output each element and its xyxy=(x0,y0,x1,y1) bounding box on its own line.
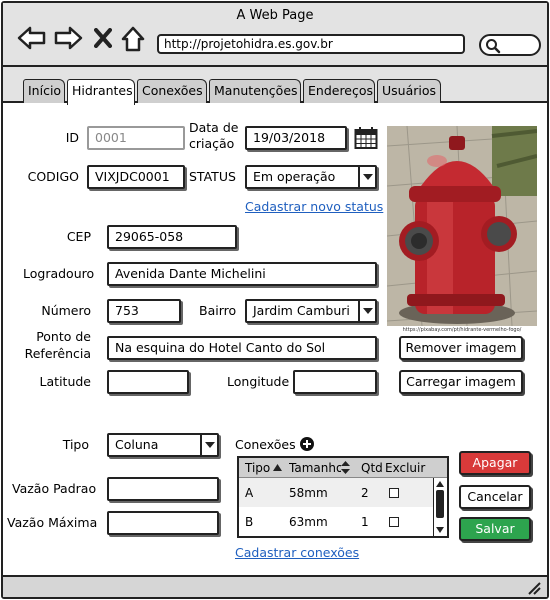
logradouro-label: Logradouro xyxy=(23,266,95,281)
title-bar: A Web Page http://projetohidra.es.gov.br xyxy=(3,3,547,67)
cell-tipo: A xyxy=(245,486,254,500)
codigo-label: CODIGO xyxy=(27,169,79,184)
tab-inicio[interactable]: Início xyxy=(23,79,65,103)
add-circle-icon[interactable] xyxy=(300,437,314,451)
chevron-down-icon[interactable] xyxy=(358,167,375,187)
window-title: A Web Page xyxy=(236,8,314,23)
bairro-select[interactable]: Jardim Camburi xyxy=(245,299,377,323)
tab-manutencoes[interactable]: Manutenções xyxy=(209,79,301,103)
sort-up-icon[interactable] xyxy=(273,464,282,471)
forward-arrow-icon[interactable] xyxy=(53,25,83,51)
delete-checkbox[interactable] xyxy=(389,517,399,527)
cep-label: CEP xyxy=(66,229,91,244)
vazao-padrao-label: Vazão Padrao xyxy=(12,481,97,496)
logradouro-field[interactable]: Avenida Dante Michelini xyxy=(107,262,377,286)
conexoes-table: Tipo Tamanho Qtd Excluir A 58mm 2 B 63mm… xyxy=(237,456,449,538)
search-field[interactable] xyxy=(479,34,541,56)
ponto-referencia-field[interactable]: Na esquina do Hotel Canto do Sol xyxy=(107,336,377,360)
vazao-maxima-field[interactable] xyxy=(107,511,219,535)
search-icon xyxy=(486,39,501,54)
tab-conexoes[interactable]: Conexões xyxy=(137,79,207,103)
data-criacao-label-line1: Data de xyxy=(189,120,239,135)
upload-image-button[interactable]: Carregar imagem xyxy=(399,370,523,394)
column-header-tipo[interactable]: Tipo xyxy=(245,461,270,475)
hydrant-photo xyxy=(387,126,537,326)
address-bar[interactable]: http://projetohidra.es.gov.br xyxy=(157,34,465,54)
sort-updown-icon[interactable] xyxy=(341,461,350,474)
cancelar-button[interactable]: Cancelar xyxy=(459,485,531,509)
cell-tipo: B xyxy=(245,515,254,529)
status-bar xyxy=(3,575,547,597)
conexoes-label: Conexões xyxy=(235,437,296,452)
id-field: 0001 xyxy=(87,126,185,150)
cell-qtd: 1 xyxy=(361,515,369,529)
table-row[interactable]: B 63mm 1 xyxy=(239,507,433,536)
tab-hidrantes[interactable]: Hidrantes xyxy=(67,79,135,105)
column-header-excluir[interactable]: Excluir xyxy=(385,461,425,475)
vazao-padrao-field[interactable] xyxy=(107,477,219,501)
status-select-value: Em operação xyxy=(253,169,336,184)
resize-grip-icon[interactable] xyxy=(527,581,541,595)
numero-field[interactable]: 753 xyxy=(107,299,181,323)
status-label: STATUS xyxy=(189,169,236,184)
cell-tamanho: 58mm xyxy=(289,486,328,500)
column-header-qtd[interactable]: Qtd xyxy=(361,461,383,475)
latitude-label: Latitude xyxy=(39,374,91,389)
status-select[interactable]: Em operação xyxy=(245,165,377,189)
remove-image-button[interactable]: Remover imagem xyxy=(399,336,523,360)
tab-bar: Início Hidrantes Conexões Manutenções En… xyxy=(3,67,547,105)
apagar-button[interactable]: Apagar xyxy=(459,451,531,475)
id-label: ID xyxy=(65,130,79,145)
photo-caption: https://pixabay.com/pt/hidrante-vermelho… xyxy=(402,327,522,333)
ponto-referencia-label-line1: Ponto de xyxy=(36,329,91,344)
back-arrow-icon[interactable] xyxy=(17,25,47,51)
browser-window: A Web Page http://projetohidra.es.gov.br… xyxy=(1,1,549,599)
cell-tamanho: 63mm xyxy=(289,515,328,529)
tab-enderecos[interactable]: Endereços xyxy=(303,79,375,103)
column-header-tamanho[interactable]: Tamanho xyxy=(289,461,341,475)
scroll-thumb[interactable] xyxy=(436,490,444,518)
cadastrar-conexoes-link[interactable]: Cadastrar conexões xyxy=(235,545,359,560)
cadastrar-status-link[interactable]: Cadastrar novo status xyxy=(245,199,383,214)
tipo-label: Tipo xyxy=(62,437,89,452)
scroll-up-icon[interactable] xyxy=(436,481,444,487)
chevron-down-icon[interactable] xyxy=(358,301,375,321)
ponto-referencia-label-line2: Referência xyxy=(24,346,91,361)
vazao-maxima-label: Vazão Máxima xyxy=(7,515,98,530)
home-icon[interactable] xyxy=(120,25,146,53)
longitude-field[interactable] xyxy=(293,370,377,394)
codigo-field[interactable]: VIXJDC0001 xyxy=(87,165,185,189)
salvar-button[interactable]: Salvar xyxy=(459,517,531,541)
table-row[interactable]: A 58mm 2 xyxy=(239,478,433,507)
cell-qtd: 2 xyxy=(361,486,369,500)
tipo-select[interactable]: Coluna xyxy=(107,433,219,457)
data-criacao-field[interactable]: 19/03/2018 xyxy=(245,126,347,150)
table-header: Tipo Tamanho Qtd Excluir xyxy=(239,458,447,478)
bairro-select-value: Jardim Camburi xyxy=(253,303,350,318)
latitude-field[interactable] xyxy=(107,370,189,394)
calendar-icon[interactable] xyxy=(354,126,378,150)
chevron-down-icon[interactable] xyxy=(200,435,217,455)
numero-label: Número xyxy=(41,303,91,318)
cep-field[interactable]: 29065-058 xyxy=(107,225,237,249)
close-icon[interactable] xyxy=(94,28,112,48)
table-scrollbar[interactable] xyxy=(433,478,447,536)
data-criacao-label-line2: criação xyxy=(189,136,235,151)
bairro-label: Bairro xyxy=(199,303,237,318)
tipo-select-value: Coluna xyxy=(115,437,159,452)
scroll-down-icon[interactable] xyxy=(436,527,444,533)
longitude-label: Longitude xyxy=(227,374,290,389)
delete-checkbox[interactable] xyxy=(389,488,399,498)
tab-usuarios[interactable]: Usuários xyxy=(377,79,441,103)
